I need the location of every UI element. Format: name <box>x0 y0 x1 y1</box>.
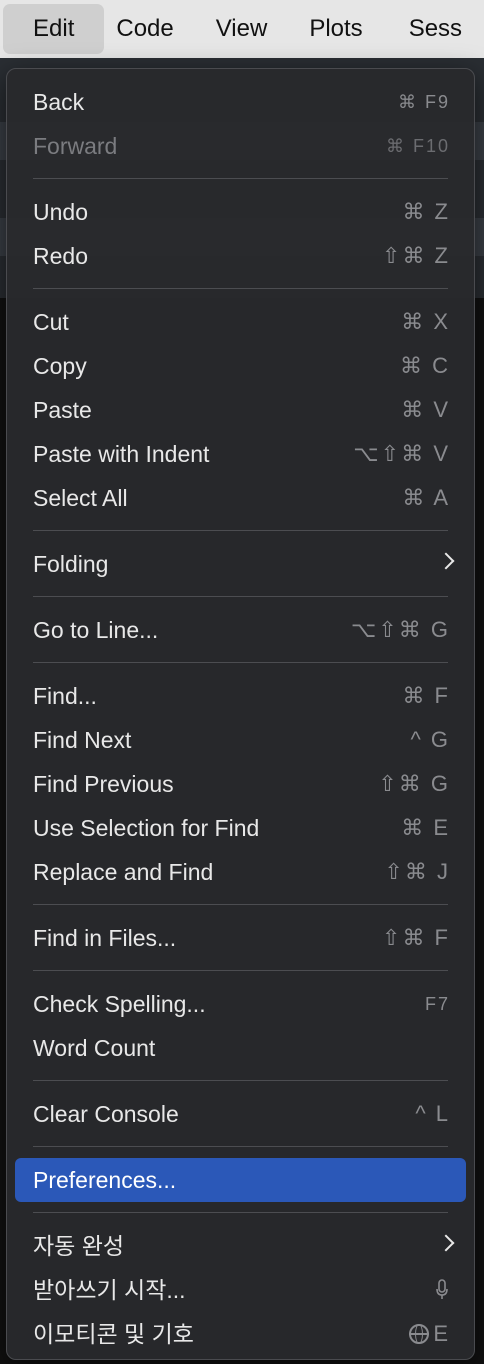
menu-separator <box>33 596 448 597</box>
menu-item-이모티콘-및-기호[interactable]: 이모티콘 및 기호 E <box>15 1312 466 1356</box>
menu-item-label: Select All <box>33 485 128 511</box>
menu-separator <box>33 178 448 179</box>
globe-icon <box>409 1324 430 1344</box>
menu-item-back[interactable]: Back ⌘ F9 <box>15 80 466 124</box>
menu-item-label: Redo <box>33 243 88 269</box>
menu-item-word-count[interactable]: Word Count <box>15 1026 466 1070</box>
shortcut-label: ^ G <box>410 727 450 752</box>
menu-item-label: Find Previous <box>33 771 174 797</box>
shortcut-label: ⌘ F <box>402 683 450 708</box>
menu-item-label: Replace and Find <box>33 859 214 885</box>
shortcut-label: ⇧⌘ J <box>384 859 450 884</box>
menu-item-preferences[interactable]: Preferences... <box>15 1158 466 1202</box>
menu-item-go-to-line[interactable]: Go to Line... ⌥⇧⌘ G <box>15 608 466 652</box>
menu-item-label: Find Next <box>33 727 132 753</box>
menu-item-받아쓰기-시작[interactable]: 받아쓰기 시작... <box>15 1268 466 1312</box>
shortcut-label: ⌥⇧⌘ V <box>353 441 450 466</box>
menu-item-find-next[interactable]: Find Next ^ G <box>15 718 466 762</box>
chevron-right-icon <box>437 1234 455 1252</box>
chevron-right-icon <box>437 552 455 570</box>
shortcut-label: ^ L <box>415 1101 450 1126</box>
menu-item-label: 이모티콘 및 기호 <box>33 1321 194 1347</box>
shortcut-label: ⇧⌘ Z <box>382 243 450 268</box>
shortcut-label: F7 <box>424 994 450 1014</box>
menu-item-use-selection-for-find[interactable]: Use Selection for Find ⌘ E <box>15 806 466 850</box>
menu-item-check-spelling[interactable]: Check Spelling... F7 <box>15 982 466 1026</box>
menu-separator <box>33 662 448 663</box>
shortcut-key: E <box>433 1321 450 1346</box>
menu-item-label: Word Count <box>33 1035 156 1061</box>
menu-item-label: Check Spelling... <box>33 991 206 1017</box>
menu-item-label: Cut <box>33 309 69 335</box>
menu-item-forward: Forward ⌘ F10 <box>15 124 466 168</box>
menu-item-label: Go to Line... <box>33 617 159 643</box>
shortcut-label: ⇧⌘ G <box>378 771 450 796</box>
menu-item-label: 자동 완성 <box>33 1233 125 1259</box>
menu-item-undo[interactable]: Undo ⌘ Z <box>15 190 466 234</box>
menu-item-paste-with-indent[interactable]: Paste with Indent ⌥⇧⌘ V <box>15 432 466 476</box>
menu-item-label: Use Selection for Find <box>33 815 260 841</box>
menu-item-replace-and-find[interactable]: Replace and Find ⇧⌘ J <box>15 850 466 894</box>
shortcut-label: ⇧⌘ F <box>382 925 450 950</box>
menu-item-label: 받아쓰기 시작... <box>33 1277 186 1303</box>
menu-item-find-in-files[interactable]: Find in Files... ⇧⌘ F <box>15 916 466 960</box>
menubar-item-plots[interactable]: Plots <box>289 4 384 54</box>
menu-separator <box>33 1212 448 1213</box>
menu-item-clear-console[interactable]: Clear Console ^ L <box>15 1092 466 1136</box>
menu-item-label: Folding <box>33 551 109 577</box>
microphone-icon <box>436 1279 448 1299</box>
menu-item-label: Preferences... <box>33 1167 177 1193</box>
menu-item-find[interactable]: Find... ⌘ F <box>15 674 466 718</box>
menu-item-paste[interactable]: Paste ⌘ V <box>15 388 466 432</box>
shortcut-label: ⌘ Z <box>402 199 450 224</box>
menu-separator <box>33 1080 448 1081</box>
menu-item-copy[interactable]: Copy ⌘ C <box>15 344 466 388</box>
menu-item-select-all[interactable]: Select All ⌘ A <box>15 476 466 520</box>
menu-item-label: Find in Files... <box>33 925 177 951</box>
menu-separator <box>33 970 448 971</box>
menu-item-label: Back <box>33 89 85 115</box>
menu-separator <box>33 1146 448 1147</box>
menu-item-label: Find... <box>33 683 97 709</box>
menubar-item-sess[interactable]: Sess <box>385 4 484 54</box>
menu-item-cut[interactable]: Cut ⌘ X <box>15 300 466 344</box>
menu-item-redo[interactable]: Redo ⇧⌘ Z <box>15 234 466 278</box>
menu-item-label: Forward <box>33 133 118 159</box>
menu-bar: Edit Code View Plots Sess <box>0 0 484 58</box>
menu-item-label: Copy <box>33 353 87 379</box>
shortcut-label: ⌘ A <box>402 485 450 510</box>
menubar-item-view[interactable]: View <box>196 4 290 54</box>
menu-item-자동-완성[interactable]: 자동 완성 <box>15 1224 466 1268</box>
shortcut-label: ⌘ X <box>401 309 450 334</box>
shortcut-label: ⌘ F9 <box>397 92 450 112</box>
edit-menu: Back ⌘ F9 Forward ⌘ F10 Undo ⌘ Z Redo ⇧⌘ Z Cut ⌘ … <box>6 68 475 1360</box>
shortcut-label: ⌥⇧⌘ G <box>350 617 450 642</box>
menubar-item-edit[interactable]: Edit <box>3 4 105 54</box>
shortcut-label: E <box>409 1312 450 1356</box>
menu-separator <box>33 288 448 289</box>
menu-item-label: Undo <box>33 199 88 225</box>
menu-separator <box>33 530 448 531</box>
menubar-item-code[interactable]: Code <box>104 4 195 54</box>
menu-item-label: Paste <box>33 397 92 423</box>
menu-item-label: Clear Console <box>33 1101 179 1127</box>
menu-separator <box>33 904 448 905</box>
shortcut-label: ⌘ V <box>401 397 450 422</box>
menu-item-find-previous[interactable]: Find Previous ⇧⌘ G <box>15 762 466 806</box>
menu-item-folding[interactable]: Folding <box>15 542 466 586</box>
shortcut-label: ⌘ F10 <box>385 136 450 156</box>
shortcut-label: ⌘ E <box>401 815 450 840</box>
shortcut-label: ⌘ C <box>400 353 450 378</box>
menu-item-label: Paste with Indent <box>33 441 210 467</box>
